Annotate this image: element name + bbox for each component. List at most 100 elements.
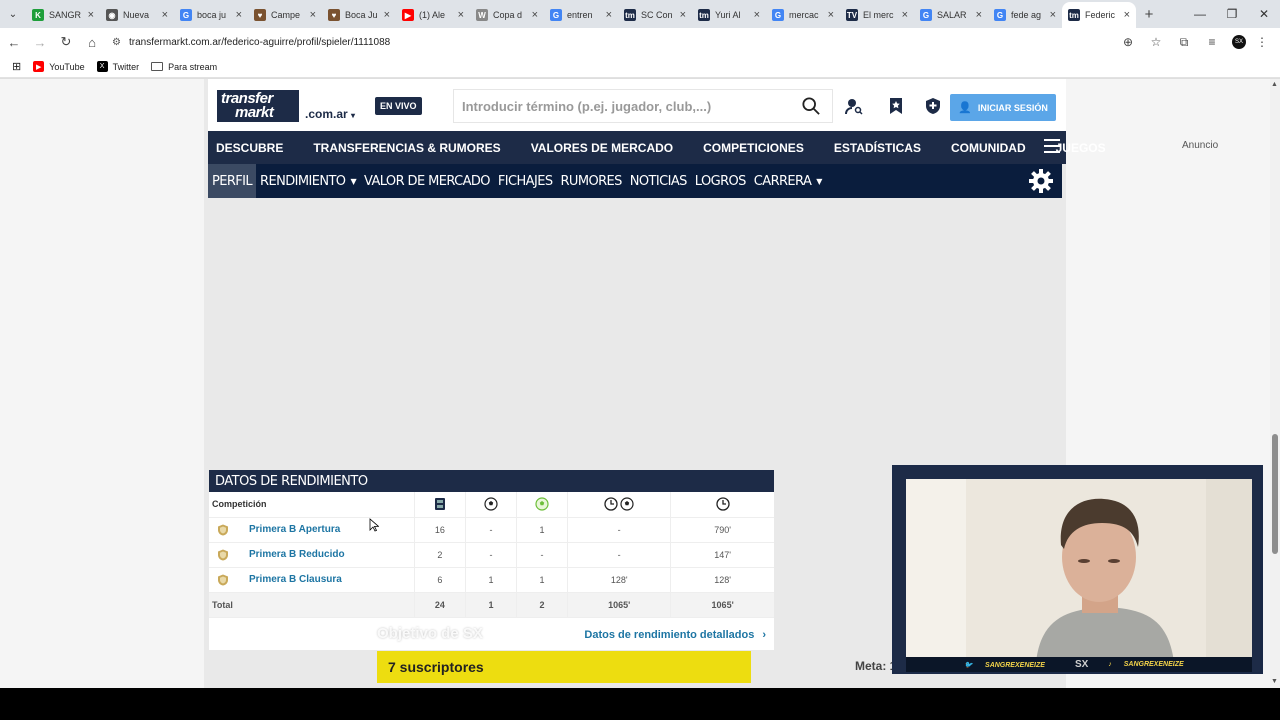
browser-tab[interactable]: Gentren × [544, 2, 618, 28]
live-button[interactable]: EN VIVO [375, 97, 422, 115]
goals-column-icon [465, 492, 518, 518]
scroll-up-icon[interactable]: ▲ [1271, 81, 1278, 88]
minutes-per-goal-cell: 128' [567, 567, 672, 593]
browser-tab[interactable]: Gmercac × [766, 2, 840, 28]
total-minutes: 1065' [670, 592, 774, 618]
tab-close-icon[interactable]: × [310, 9, 316, 21]
sx-logo: SX [1074, 659, 1089, 670]
site-header: transfer markt .com.ar ▾ EN VIVO Introdu… [208, 79, 1066, 131]
tab-close-icon[interactable]: × [384, 9, 390, 21]
performance-table: Competición Primera B Apertura 16 - 1 - … [209, 492, 774, 618]
main-nav-item[interactable]: JUEGOS [1052, 141, 1110, 155]
minimize-icon[interactable]: — [1184, 0, 1216, 28]
tab-close-icon[interactable]: × [902, 9, 908, 21]
tab-title: (1) Ale [419, 10, 446, 20]
total-appearances: 24 [414, 592, 466, 618]
scroll-down-icon[interactable]: ▼ [1271, 678, 1278, 685]
tab-close-icon[interactable]: × [236, 9, 242, 21]
browser-menu-icon[interactable]: ⋮ [1250, 30, 1274, 54]
extensions-icon[interactable]: ⧉ [1172, 30, 1196, 54]
main-nav-item[interactable]: DESCUBRE [212, 141, 287, 155]
bookmark-star-icon[interactable]: ☆ [1144, 30, 1168, 54]
browser-tab[interactable]: tm Yuri Al × [692, 2, 766, 28]
browser-tab[interactable]: Gfede ag × [988, 2, 1062, 28]
youtube-icon: ▶ [33, 61, 45, 72]
profile-avatar[interactable]: SX [1232, 35, 1246, 49]
sub-nav-item[interactable]: NOTICIAS [626, 164, 691, 198]
back-icon[interactable]: ← [2, 30, 26, 54]
gear-icon[interactable] [1028, 168, 1054, 194]
tab-close-icon[interactable]: × [88, 9, 94, 21]
close-window-icon[interactable]: ✕ [1248, 0, 1280, 28]
competition-link[interactable]: Primera B Clausura [249, 574, 342, 585]
sub-nav-item[interactable]: RUMORES [556, 164, 625, 198]
main-nav-item[interactable]: TRANSFERENCIAS & RUMORES [309, 141, 504, 155]
tab-close-icon[interactable]: × [680, 9, 686, 21]
reload-icon[interactable]: ↻ [54, 30, 78, 54]
tab-close-icon[interactable]: × [1050, 9, 1056, 21]
country-selector[interactable]: .com.ar ▾ [305, 107, 355, 121]
sub-nav-item[interactable]: LOGROS [691, 164, 750, 198]
tab-close-icon[interactable]: × [162, 9, 168, 21]
sub-nav-item[interactable]: VALOR DE MERCADO [360, 164, 494, 198]
competition-link[interactable]: Primera B Reducido [249, 549, 345, 560]
new-tab-button[interactable]: + [1136, 6, 1162, 23]
main-nav-item[interactable]: COMPETICIONES [699, 141, 808, 155]
home-icon[interactable]: ⌂ [80, 30, 104, 54]
scrollbar-thumb[interactable] [1272, 434, 1278, 554]
forward-icon[interactable]: → [28, 30, 52, 54]
user-search-icon[interactable] [845, 97, 863, 115]
restore-icon[interactable]: ❐ [1216, 0, 1248, 28]
competition-cell: Primera B Reducido [209, 542, 415, 568]
page-scrollbar[interactable]: ▲ ▼ [1270, 79, 1280, 688]
apps-icon[interactable]: ⊞ [12, 60, 21, 73]
transfermarkt-logo[interactable]: transfer markt [217, 90, 299, 122]
tab-close-icon[interactable]: × [606, 9, 612, 21]
browser-tab[interactable]: K SANGR × [26, 2, 100, 28]
search-icon[interactable] [802, 97, 820, 115]
browser-tab[interactable]: ◉ Nueva × [100, 2, 174, 28]
tab-search-chevron-icon[interactable]: ⌄ [0, 0, 26, 28]
sub-nav-item[interactable]: PERFIL [208, 164, 257, 198]
detailed-performance-link[interactable]: Datos de rendimiento detallados › [584, 629, 766, 641]
tab-close-icon[interactable]: × [976, 9, 982, 21]
browser-tab[interactable]: TV El merc × [840, 2, 914, 28]
sub-nav-label: NOTICIAS [629, 173, 688, 189]
bookmark-folder-para-stream[interactable]: Para stream [151, 62, 217, 72]
browser-tab[interactable]: ♥ Boca Ju × [322, 2, 396, 28]
competition-link[interactable]: Primera B Apertura [249, 524, 340, 535]
browser-tab[interactable]: ▶ (1) Ale × [396, 2, 470, 28]
tab-close-icon[interactable]: × [1124, 9, 1130, 21]
tab-title: mercac [789, 10, 819, 20]
bookmark-youtube[interactable]: ▶ YouTube [33, 61, 85, 72]
browser-tab[interactable]: tm SC Con × [618, 2, 692, 28]
zoom-icon[interactable]: ⊕ [1116, 30, 1140, 54]
main-nav-item[interactable]: COMUNIDAD [947, 141, 1030, 155]
appearances-cell: 6 [414, 567, 466, 593]
caret-down-icon: ▼ [350, 176, 356, 186]
sub-nav-item[interactable]: RENDIMIENTO ▼ [256, 164, 360, 198]
tab-close-icon[interactable]: × [828, 9, 834, 21]
url-field[interactable]: ⚙ transfermarkt.com.ar/federico-aguirre/… [112, 37, 1112, 48]
sub-nav-item[interactable]: CARRERA ▼ [750, 164, 826, 198]
main-nav-item[interactable]: VALORES DE MERCADO [527, 141, 677, 155]
site-info-icon[interactable]: ⚙ [112, 37, 121, 48]
tab-close-icon[interactable]: × [532, 9, 538, 21]
browser-tab[interactable]: W Copa d × [470, 2, 544, 28]
browser-tab[interactable]: Gboca ju × [174, 2, 248, 28]
browser-tab[interactable]: ♥ Campe × [248, 2, 322, 28]
search-input[interactable]: Introducir término (p.ej. jugador, club,… [453, 89, 833, 123]
bookmark-twitter[interactable]: X Twitter [96, 61, 139, 72]
tab-close-icon[interactable]: × [458, 9, 464, 21]
browser-tab[interactable]: G SALAR × [914, 2, 988, 28]
hamburger-menu-icon[interactable] [1044, 139, 1060, 153]
media-controls-icon[interactable]: ≡ [1200, 30, 1224, 54]
shield-plus-icon[interactable] [924, 97, 942, 115]
bookmark-icon[interactable] [887, 97, 905, 115]
url-text: transfermarkt.com.ar/federico-aguirre/pr… [128, 36, 391, 48]
tab-close-icon[interactable]: × [754, 9, 760, 21]
sub-nav-item[interactable]: FICHAJES [494, 164, 557, 198]
browser-tab[interactable]: tm Federic × [1062, 2, 1136, 28]
main-nav-item[interactable]: ESTADÍSTICAS [830, 141, 925, 155]
login-button[interactable]: 👤 INICIAR SESIÓN [950, 94, 1056, 121]
